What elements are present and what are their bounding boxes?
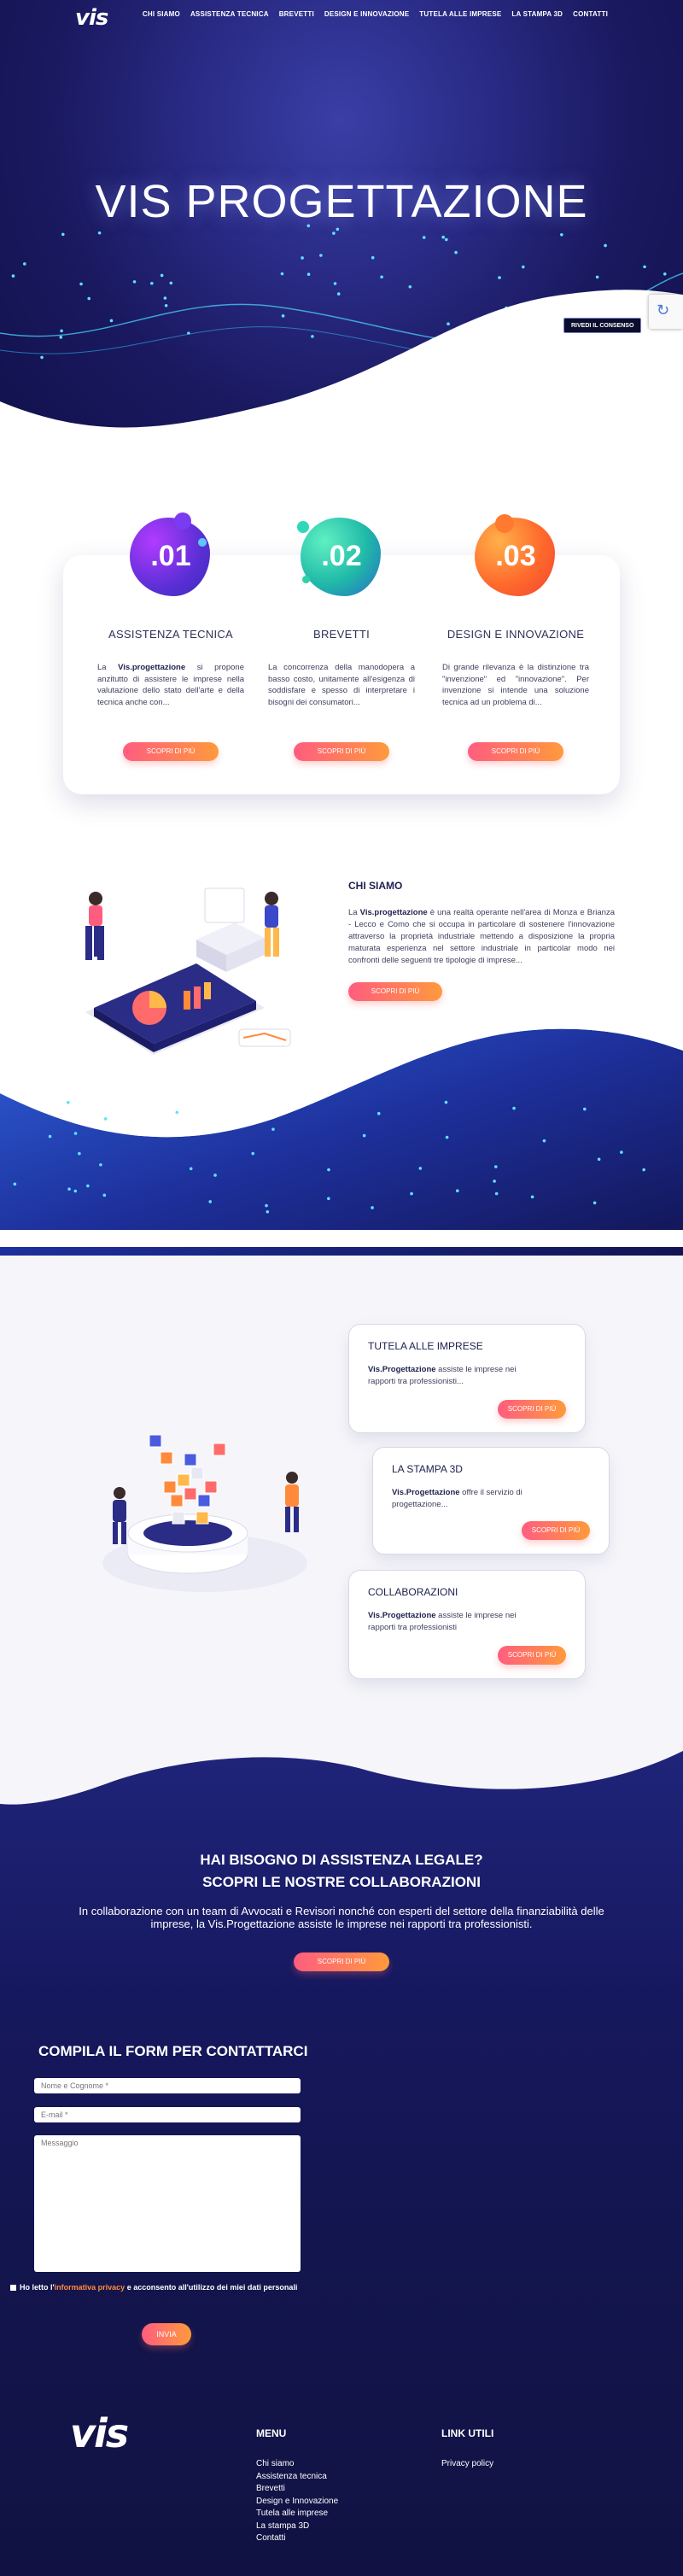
cta-text: In collaborazione con un team di Avvocat… <box>79 1905 604 1930</box>
top-navigation: vis CHI SIAMO ASSISTENZA TECNICA BREVETT… <box>0 0 683 34</box>
cube-shape <box>149 1434 162 1448</box>
cta-title: HAI BISOGNO DI ASSISTENZA LEGALE? SCOPRI… <box>200 1852 483 1890</box>
service-design-innovazione: .03 DESIGN E INNOVAZIONE Di grande rilev… <box>430 512 601 761</box>
cube-shape <box>163 1480 177 1494</box>
hero-title: VIS PROGETTAZIONE <box>95 176 588 227</box>
cube-shape <box>204 1480 218 1494</box>
email-field[interactable]: E-mail * <box>34 2107 301 2122</box>
footer-link-tutela-imprese[interactable]: Tutela alle imprese <box>256 2508 338 2520</box>
cube-shape <box>213 1443 226 1456</box>
name-field[interactable]: Nome e Cognome * <box>34 2078 301 2093</box>
feature-card-collaborazioni: COLLABORAZIONI Vis.Progettazione assiste… <box>348 1570 586 1679</box>
form-title: COMPILA IL FORM PER CONTATTARCI <box>38 2043 308 2059</box>
cube-shape <box>196 1511 209 1525</box>
service-title: DESIGN E INNOVAZIONE <box>447 628 585 641</box>
analytics-illustration <box>85 887 291 1055</box>
about-text: La Vis.progettazione è una realtà operan… <box>348 908 615 965</box>
feature-title: COLLABORAZIONI <box>368 1586 458 1598</box>
service-title: ASSISTENZA TECNICA <box>108 628 234 641</box>
feature-text: Vis.Progettazione offre il servizio di p… <box>392 1488 522 1509</box>
review-consent-button[interactable]: RIVEDI IL CONSENSO <box>563 318 642 333</box>
submit-button[interactable]: INVIA <box>142 2323 191 2345</box>
service-description: Di grande rilevanza è la distinzione tra… <box>442 663 589 707</box>
about-scopri-di-piu-button[interactable]: SCOPRI DI PIÙ <box>348 982 442 1001</box>
feature-text: Vis.Progettazione assiste le imprese nei… <box>368 1611 517 1632</box>
feature-title: LA STAMPA 3D <box>392 1463 463 1475</box>
nav-item-assistenza-tecnica[interactable]: ASSISTENZA TECNICA <box>190 10 269 18</box>
recaptcha-badge[interactable]: ↻ <box>649 295 683 329</box>
main-menu: CHI SIAMO ASSISTENZA TECNICA BREVETTI DE… <box>143 10 608 18</box>
footer-link-brevetti[interactable]: Brevetti <box>256 2483 338 2496</box>
nav-item-brevetti[interactable]: BREVETTI <box>279 10 314 18</box>
page: vis CHI SIAMO ASSISTENZA TECNICA BREVETT… <box>0 0 683 2576</box>
hero-background-graphic <box>0 207 683 478</box>
nav-item-stampa-3d[interactable]: LA STAMPA 3D <box>511 10 563 18</box>
privacy-link[interactable]: informativa privacy <box>55 2283 126 2292</box>
about-title: CHI SIAMO <box>348 880 403 892</box>
footer-logo[interactable]: vis <box>70 2410 129 2456</box>
privacy-checkbox[interactable] <box>10 2285 16 2291</box>
feature-card-stampa-3d: LA STAMPA 3D Vis.Progettazione offre il … <box>372 1447 610 1554</box>
nav-item-design-innovazione[interactable]: DESIGN E INNOVAZIONE <box>324 10 409 18</box>
footer-menu-title: MENU <box>256 2427 287 2439</box>
recaptcha-icon: ↻ <box>657 302 670 319</box>
footer-link-design-innovazione[interactable]: Design e Innovazione <box>256 2496 338 2509</box>
site-logo[interactable]: vis <box>75 5 108 31</box>
3d-printing-illustration <box>102 1434 307 1592</box>
cube-shape <box>170 1494 184 1508</box>
footer-link-contatti[interactable]: Contatti <box>256 2532 338 2545</box>
footer-link-stampa-3d[interactable]: La stampa 3D <box>256 2520 338 2533</box>
feature-card-tutela: TUTELA ALLE IMPRESE Vis.Progettazione as… <box>348 1324 586 1433</box>
scopri-di-piu-button[interactable]: SCOPRI DI PIÙ <box>468 742 563 761</box>
footer-link-assistenza-tecnica[interactable]: Assistenza tecnica <box>256 2471 338 2484</box>
footer-menu: MENU Chi siamo Assistenza tecnica Brevet… <box>256 2427 338 2545</box>
section-divider <box>0 1230 683 1247</box>
footer-link-chi-siamo[interactable]: Chi siamo <box>256 2458 338 2471</box>
service-number-badge: .03 <box>470 512 562 598</box>
cube-shape <box>190 1467 204 1480</box>
cube-shape <box>184 1453 197 1467</box>
cube-shape <box>177 1473 190 1487</box>
cube-shape <box>160 1451 173 1465</box>
service-description: La Vis.progettazione si propone anzitutt… <box>97 663 244 707</box>
cube-shape <box>184 1487 197 1501</box>
scopri-di-piu-button[interactable]: SCOPRI DI PIÙ <box>123 742 219 761</box>
service-description: La concorrenza della manodopera a basso … <box>268 663 415 707</box>
nav-item-contatti[interactable]: CONTATTI <box>573 10 608 18</box>
cube-shape <box>197 1494 211 1508</box>
privacy-consent[interactable]: Ho letto l'informativa privacy e acconse… <box>10 2283 297 2292</box>
service-brevetti: .02 BREVETTI La concorrenza della manodo… <box>256 512 427 761</box>
footer-links: LINK UTILI Privacy policy <box>441 2427 493 2471</box>
cta-scopri-di-piu-button[interactable]: SCOPRI DI PIÙ <box>294 1952 389 1971</box>
service-number-badge: .02 <box>295 512 388 598</box>
footer-link-privacy-policy[interactable]: Privacy policy <box>441 2458 493 2471</box>
feature-scopri-button[interactable]: SCOPRI DI PIÙ <box>498 1400 566 1419</box>
feature-scopri-button[interactable]: SCOPRI DI PIÙ <box>498 1646 566 1665</box>
about-section: CHI SIAMO La Vis.progettazione è una rea… <box>348 880 615 1001</box>
hero-section: vis CHI SIAMO ASSISTENZA TECNICA BREVETT… <box>0 0 683 478</box>
feature-scopri-button[interactable]: SCOPRI DI PIÙ <box>522 1521 590 1540</box>
scopri-di-piu-button[interactable]: SCOPRI DI PIÙ <box>294 742 389 761</box>
cube-shape <box>172 1511 185 1525</box>
service-assistenza-tecnica: .01 ASSISTENZA TECNICA La Vis.progettazi… <box>85 512 256 761</box>
message-field[interactable]: Messaggio <box>34 2135 301 2272</box>
service-title: BREVETTI <box>313 628 370 641</box>
nav-item-tutela-imprese[interactable]: TUTELA ALLE IMPRESE <box>419 10 501 18</box>
nav-item-chi-siamo[interactable]: CHI SIAMO <box>143 10 180 18</box>
feature-text: Vis.Progettazione assiste le imprese nei… <box>368 1365 517 1386</box>
wave-divider-graphic <box>0 1742 683 1805</box>
footer-links-title: LINK UTILI <box>441 2427 494 2439</box>
service-number-badge: .01 <box>125 512 217 598</box>
feature-title: TUTELA ALLE IMPRESE <box>368 1340 483 1352</box>
